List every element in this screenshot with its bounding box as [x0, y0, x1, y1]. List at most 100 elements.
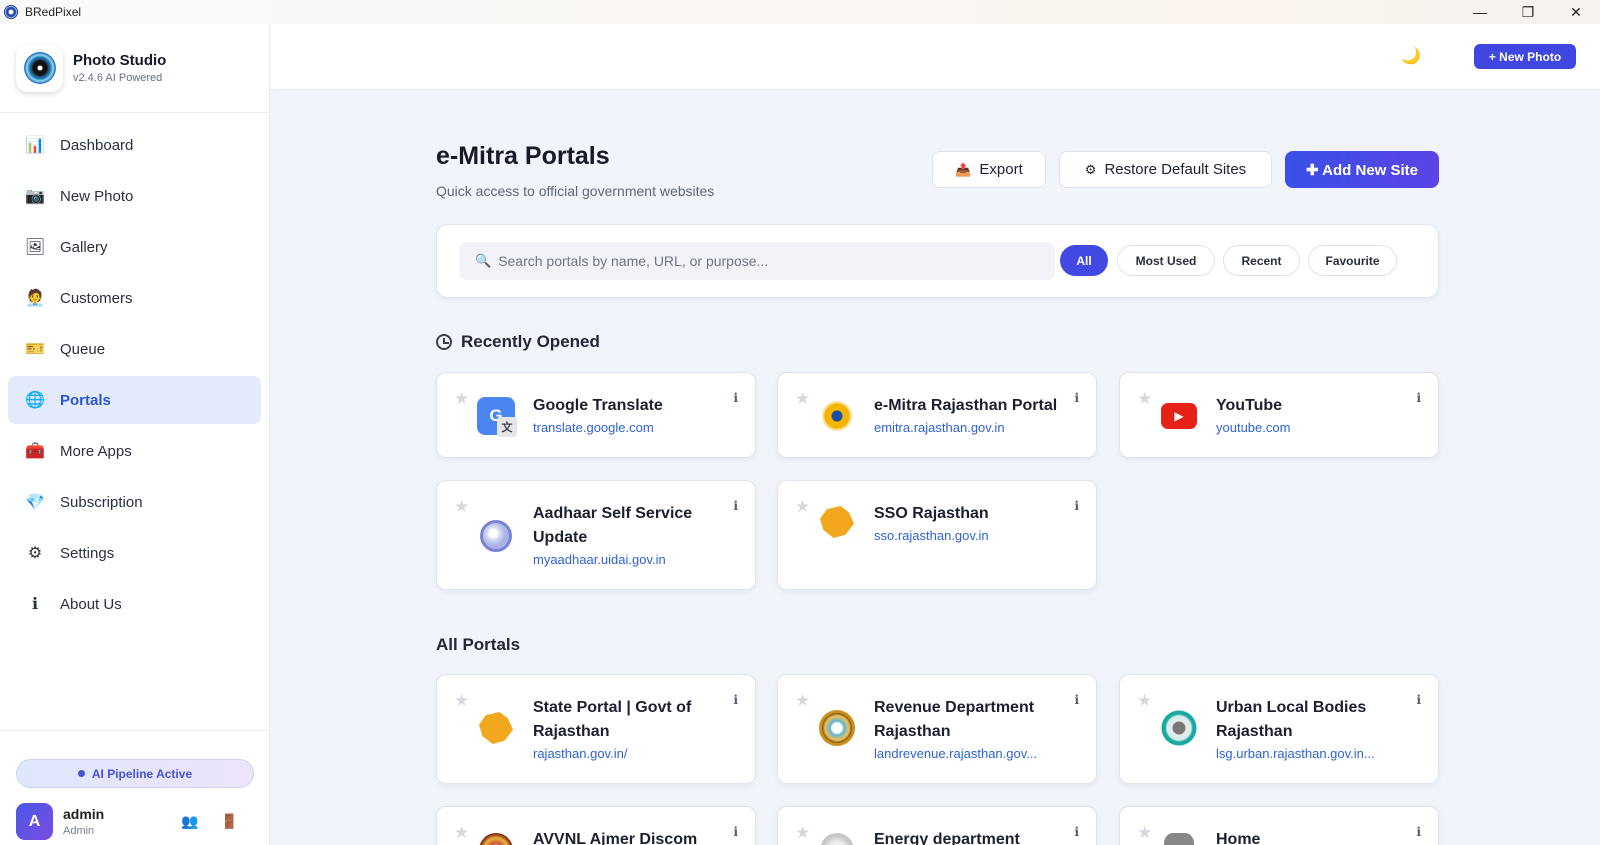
- star-icon[interactable]: ★: [454, 389, 469, 409]
- switch-user-icon[interactable]: 👥: [181, 813, 198, 830]
- portal-url[interactable]: myaadhaar.uidai.gov.in: [533, 552, 666, 567]
- portal-card[interactable]: ★ i G文 Google Translate translate.google…: [436, 372, 756, 458]
- restore-button[interactable]: ❐: [1504, 0, 1552, 24]
- star-icon[interactable]: ★: [795, 691, 810, 711]
- star-icon[interactable]: ★: [454, 497, 469, 517]
- sidebar-item-label: Settings: [60, 544, 115, 562]
- portal-url[interactable]: lsg.urban.rajasthan.gov.in...: [1216, 746, 1375, 761]
- filter-recent-chip[interactable]: Recent: [1223, 245, 1300, 276]
- portal-card[interactable]: ★ i Home: [1119, 806, 1439, 845]
- info-icon[interactable]: i: [733, 391, 738, 405]
- info-icon[interactable]: i: [733, 693, 738, 707]
- sidebar-item-new-photo[interactable]: 📷 New Photo: [8, 172, 261, 220]
- info-icon[interactable]: i: [1416, 391, 1421, 405]
- sidebar-item-queue[interactable]: 🎫 Queue: [8, 325, 261, 373]
- sidebar-item-more-apps[interactable]: 🧰 More Apps: [8, 427, 261, 475]
- energy-icon: [818, 831, 856, 845]
- info-icon[interactable]: i: [1074, 391, 1079, 405]
- youtube-icon: ▶: [1160, 397, 1198, 435]
- add-new-site-button[interactable]: ✚ Add New Site: [1285, 151, 1439, 188]
- restore-default-sites-button[interactable]: ⚙ Restore Default Sites: [1059, 151, 1272, 188]
- logout-door-icon[interactable]: 🚪: [221, 813, 238, 830]
- gear-icon: ⚙: [1084, 161, 1097, 177]
- sidebar-item-settings[interactable]: ⚙ Settings: [8, 529, 261, 577]
- portal-title: Revenue Department Rajasthan: [874, 699, 1035, 740]
- star-icon[interactable]: ★: [795, 823, 810, 843]
- new-photo-button[interactable]: + New Photo: [1474, 44, 1576, 69]
- info-icon[interactable]: i: [733, 825, 738, 839]
- portal-card[interactable]: ★ i ▶ YouTube youtube.com: [1119, 372, 1439, 458]
- ai-status-label: AI Pipeline Active: [91, 766, 193, 781]
- topbar: 🌙 + New Photo: [270, 24, 1600, 90]
- portal-card[interactable]: ★ i SSO Rajasthan sso.rajasthan.gov.in: [777, 480, 1097, 590]
- portal-url[interactable]: sso.rajasthan.gov.in: [874, 528, 989, 543]
- sidebar-item-subscription[interactable]: 💎 Subscription: [8, 478, 261, 526]
- portal-card[interactable]: ★ i Urban Local Bodies Rajasthan lsg.urb…: [1119, 674, 1439, 784]
- sidebar-item-label: More Apps: [60, 442, 132, 460]
- portal-card[interactable]: ★ i Energy department: [777, 806, 1097, 845]
- portal-card[interactable]: ★ i State Portal | Govt of Rajasthan raj…: [436, 674, 756, 784]
- sidebar-item-dashboard[interactable]: 📊 Dashboard: [8, 121, 261, 169]
- moon-icon[interactable]: 🌙: [1401, 46, 1421, 66]
- emitra-logo-icon: [818, 397, 856, 435]
- filter-most-used-chip[interactable]: Most Used: [1117, 245, 1215, 276]
- star-icon[interactable]: ★: [795, 497, 810, 517]
- sidebar-item-gallery[interactable]: 🖼 Gallery: [8, 223, 261, 271]
- sidebar-item-label: Portals: [60, 391, 111, 409]
- info-icon[interactable]: i: [733, 499, 738, 513]
- avvnl-seal-icon: [477, 831, 515, 845]
- minimize-button[interactable]: —: [1456, 0, 1504, 24]
- portal-url[interactable]: youtube.com: [1216, 420, 1290, 435]
- sidebar-item-portals[interactable]: 🌐 Portals: [8, 376, 261, 424]
- sidebar-item-label: Dashboard: [60, 136, 134, 154]
- portal-url[interactable]: emitra.rajasthan.gov.in: [874, 420, 1005, 435]
- info-icon[interactable]: i: [1416, 825, 1421, 839]
- info-icon[interactable]: i: [1074, 499, 1079, 513]
- star-icon[interactable]: ★: [1137, 389, 1152, 409]
- section-title: All Portals: [436, 635, 521, 654]
- portal-card[interactable]: ★ i AVVNL Ajmer Discom: [436, 806, 756, 845]
- customer-icon: 🧑‍💼: [25, 290, 45, 307]
- info-icon[interactable]: i: [1416, 693, 1421, 707]
- star-icon[interactable]: ★: [1137, 691, 1152, 711]
- section-all-portals: All Portals: [436, 635, 520, 655]
- brand-name: Photo Studio: [73, 52, 167, 69]
- star-icon[interactable]: ★: [1137, 823, 1152, 843]
- portal-url[interactable]: rajasthan.gov.in/: [533, 746, 627, 761]
- sidebar-divider: [0, 730, 270, 731]
- sidebar-item-label: New Photo: [60, 187, 134, 205]
- portal-title: YouTube: [1216, 397, 1283, 414]
- star-icon[interactable]: ★: [454, 691, 469, 711]
- info-icon[interactable]: i: [1074, 825, 1079, 839]
- sidebar-nav: 📊 Dashboard 📷 New Photo 🖼 Gallery 🧑‍💼 Custom…: [0, 113, 269, 628]
- search-input[interactable]: [498, 253, 1019, 269]
- portal-card[interactable]: ★ i Revenue Department Rajasthan landrev…: [777, 674, 1097, 784]
- info-icon[interactable]: i: [1074, 693, 1079, 707]
- sidebar-item-customers[interactable]: 🧑‍💼 Customers: [8, 274, 261, 322]
- filter-favourite-chip[interactable]: Favourite: [1308, 245, 1397, 276]
- globe-icon: 🌐: [25, 392, 45, 409]
- portal-card[interactable]: ★ i Aadhaar Self Service Update myaadhaa…: [436, 480, 756, 590]
- sidebar-item-label: Customers: [60, 289, 133, 307]
- star-icon[interactable]: ★: [454, 823, 469, 843]
- star-icon[interactable]: ★: [795, 389, 810, 409]
- portal-url[interactable]: landrevenue.rajasthan.gov...: [874, 746, 1037, 761]
- revenue-seal-icon: [818, 709, 856, 747]
- portal-card[interactable]: ★ i e-Mitra Rajasthan Portal emitra.raja…: [777, 372, 1097, 458]
- brand-version: v2.4.6 AI Powered: [73, 72, 163, 84]
- portal-title: Energy department: [874, 831, 1020, 845]
- filter-all-chip[interactable]: All: [1060, 245, 1108, 276]
- window-controls: — ❐ ✕: [1456, 0, 1600, 24]
- portal-title: Urban Local Bodies Rajasthan: [1216, 699, 1367, 740]
- picture-icon: 🖼: [24, 239, 46, 256]
- portal-title: Home: [1216, 831, 1261, 845]
- window-title: BRedPixel: [25, 5, 82, 19]
- export-button[interactable]: 📤 Export: [932, 151, 1046, 188]
- avatar[interactable]: A: [16, 803, 53, 840]
- brand: Photo Studio v2.4.6 AI Powered: [0, 24, 269, 113]
- sidebar-item-about-us[interactable]: ℹ About Us: [8, 580, 261, 628]
- page-title: e-Mitra Portals: [436, 142, 610, 170]
- diamond-icon: 💎: [25, 494, 45, 511]
- portal-url[interactable]: translate.google.com: [533, 420, 654, 435]
- close-button[interactable]: ✕: [1552, 0, 1600, 24]
